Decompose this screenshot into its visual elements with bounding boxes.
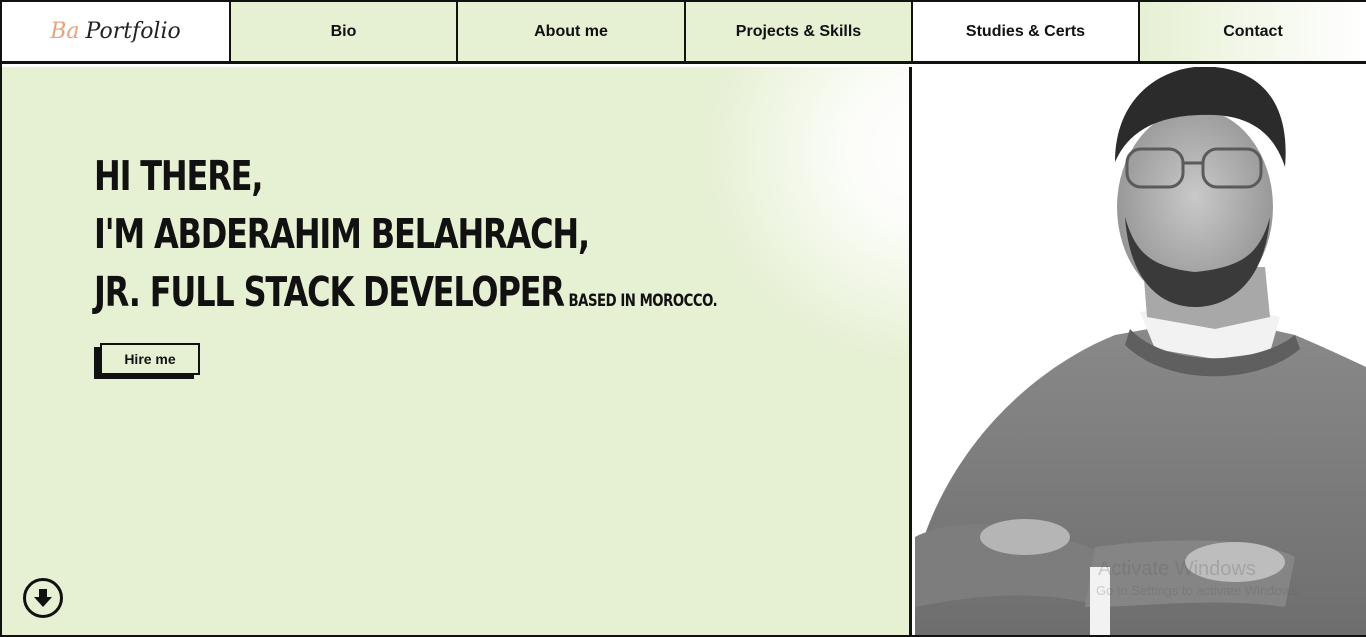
nav-item-projects[interactable]: Projects & Skills (686, 2, 913, 61)
nav-item-studies[interactable]: Studies & Certs (913, 2, 1140, 61)
hire-me-wrapper: Hire me (94, 343, 200, 379)
headline-location: based in Morocco. (568, 291, 718, 311)
background-glow (702, 67, 909, 367)
logo-prefix: Ba (50, 19, 80, 44)
nav-item-bio[interactable]: Bio (231, 2, 458, 61)
logo[interactable]: Ba Portfolio (2, 2, 231, 61)
nav-item-contact[interactable]: Contact (1140, 2, 1366, 61)
headline-line-1: Hi there, (94, 152, 263, 200)
arrow-down-circle-icon[interactable] (23, 578, 63, 618)
headline-line-3: Jr. Full Stack Developer (94, 268, 565, 316)
hero-headline: Hi there, I'm Abderahim Belahrach, Jr. F… (94, 147, 718, 330)
hire-me-button[interactable]: Hire me (100, 343, 200, 375)
hero-section: Hi there, I'm Abderahim Belahrach, Jr. F… (2, 67, 912, 635)
nav-item-about[interactable]: About me (458, 2, 686, 61)
logo-name: Portfolio (85, 19, 181, 44)
watermark-line-2: Go to Settings to activate Windows. (1096, 583, 1302, 598)
portrait-photo (915, 67, 1366, 635)
headline-line-2: I'm Abderahim Belahrach, (94, 210, 590, 258)
top-navigation: Ba Portfolio Bio About me Projects & Ski… (2, 2, 1366, 64)
watermark-line-1: Activate Windows (1098, 558, 1256, 580)
os-activation-watermark: Activate Windows Go to Settings to activ… (1096, 558, 1302, 602)
